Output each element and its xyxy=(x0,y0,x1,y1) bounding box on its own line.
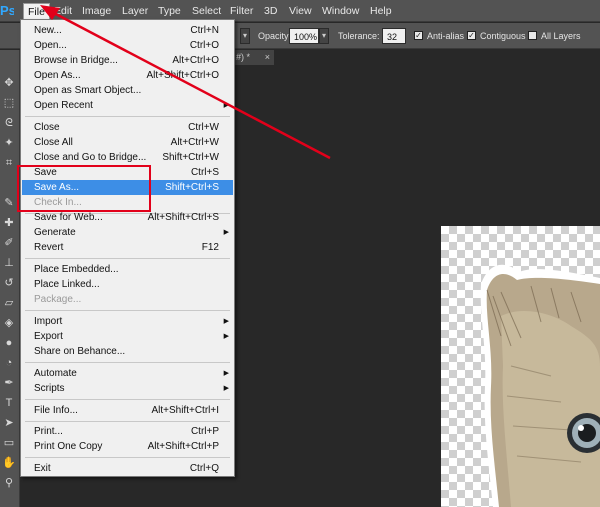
menu-item-file-info[interactable]: File Info... Alt+Shift+Ctrl+I xyxy=(22,403,233,418)
menu-item-close-all[interactable]: Close All Alt+Ctrl+W xyxy=(22,135,233,150)
menu-edit[interactable]: Edit xyxy=(50,3,76,19)
menu-item-print[interactable]: Print... Ctrl+P xyxy=(22,424,233,439)
menu-item-browse-in-bridge[interactable]: Browse in Bridge... Alt+Ctrl+O xyxy=(22,53,233,68)
close-icon[interactable]: × xyxy=(265,50,270,65)
menu-select[interactable]: Select xyxy=(188,3,225,19)
menu-separator xyxy=(25,421,230,422)
menu-item-print-one-copy[interactable]: Print One Copy Alt+Shift+Ctrl+P xyxy=(22,439,233,454)
menu-item-open-as[interactable]: Open As... Alt+Shift+Ctrl+O xyxy=(22,68,233,83)
move-tool-icon[interactable]: ✥ xyxy=(2,76,16,90)
menu-file[interactable]: File xyxy=(23,3,50,19)
menu-item-exit[interactable]: Exit Ctrl+Q xyxy=(22,461,233,476)
menu-separator xyxy=(25,310,230,311)
menu-view[interactable]: View xyxy=(285,3,316,19)
tools-panel: ✥ ⬚ ᘓ ✦ ⌗ ✎ ✚ ✐ ⊥ ↺ ▱ ◈ ● ◔ ✒ T ➤ ▭ ✋ ⚲ xyxy=(0,50,20,507)
menu-item-save-for-web[interactable]: Save for Web... Alt+Shift+Ctrl+S xyxy=(22,210,233,225)
hand-tool-icon[interactable]: ✋ xyxy=(2,456,16,470)
menu-type[interactable]: Type xyxy=(154,3,185,19)
annotation-highlight-box xyxy=(17,165,151,212)
menu-item-share-on-behance[interactable]: Share on Behance... xyxy=(22,344,233,359)
eraser-tool-icon[interactable]: ▱ xyxy=(2,296,16,310)
antialias-checkbox[interactable]: ✓ xyxy=(414,31,423,40)
menu-3d[interactable]: 3D xyxy=(260,3,281,19)
submenu-arrow-icon: ▶ xyxy=(223,370,229,377)
menu-window[interactable]: Window xyxy=(318,3,363,19)
contiguous-checkbox[interactable]: ✓ xyxy=(467,31,476,40)
eyedropper-tool-icon[interactable]: ✎ xyxy=(2,196,16,210)
blur-tool-icon[interactable]: ● xyxy=(2,336,16,350)
all-layers-checkbox[interactable] xyxy=(528,31,537,40)
submenu-arrow-icon: ▶ xyxy=(223,229,229,236)
submenu-arrow-icon: ▶ xyxy=(223,102,229,109)
cat-image xyxy=(480,264,600,507)
mode-dropdown[interactable]: ▾ xyxy=(240,28,250,44)
contiguous-label: Contiguous xyxy=(480,31,526,41)
brush-tool-icon[interactable]: ✐ xyxy=(2,236,16,250)
menu-item-import[interactable]: Import ▶ xyxy=(22,314,233,329)
lasso-tool-icon[interactable]: ᘓ xyxy=(2,116,16,130)
history-brush-tool-icon[interactable]: ↺ xyxy=(2,276,16,290)
zoom-tool-icon[interactable]: ⚲ xyxy=(2,476,16,490)
menu-item-revert[interactable]: Revert F12 xyxy=(22,240,233,255)
marquee-tool-icon[interactable]: ⬚ xyxy=(2,96,16,110)
path-selection-tool-icon[interactable]: ➤ xyxy=(2,416,16,430)
document-canvas[interactable] xyxy=(441,226,600,507)
opacity-field[interactable]: 100% xyxy=(289,28,319,44)
menu-separator xyxy=(25,362,230,363)
rectangle-tool-icon[interactable]: ▭ xyxy=(2,436,16,450)
submenu-arrow-icon: ▶ xyxy=(223,318,229,325)
menu-item-scripts[interactable]: Scripts ▶ xyxy=(22,381,233,396)
menu-item-open[interactable]: Open... Ctrl+O xyxy=(22,38,233,53)
healing-brush-tool-icon[interactable]: ✚ xyxy=(2,216,16,230)
menu-item-place-linked[interactable]: Place Linked... xyxy=(22,277,233,292)
menu-separator xyxy=(25,116,230,117)
all-layers-label: All Layers xyxy=(541,31,581,41)
menu-separator xyxy=(25,399,230,400)
menu-item-new[interactable]: New... Ctrl+N xyxy=(22,23,233,38)
menu-item-export[interactable]: Export ▶ xyxy=(22,329,233,344)
document-tab-title: #) * xyxy=(236,52,251,62)
menu-item-close[interactable]: Close Ctrl+W xyxy=(22,120,233,135)
menu-image[interactable]: Image xyxy=(78,3,115,19)
menu-item-package: Package... xyxy=(34,294,82,305)
menu-item-open-as-smart-object[interactable]: Open as Smart Object... xyxy=(22,83,233,98)
opacity-label: Opacity: xyxy=(258,31,292,41)
submenu-arrow-icon: ▶ xyxy=(223,385,229,392)
menu-item-place-embedded[interactable]: Place Embedded... xyxy=(22,262,233,277)
menu-layer[interactable]: Layer xyxy=(118,3,152,19)
dodge-tool-icon[interactable]: ◔ xyxy=(2,356,16,370)
menu-separator xyxy=(25,258,230,259)
crop-tool-icon[interactable]: ⌗ xyxy=(2,156,16,170)
opacity-dropdown[interactable]: ▾ xyxy=(319,28,329,44)
tolerance-field[interactable]: 32 xyxy=(382,28,406,44)
menu-item-close-and-go-to-bridge[interactable]: Close and Go to Bridge... Shift+Ctrl+W xyxy=(22,150,233,165)
photoshop-logo-icon: Ps xyxy=(0,3,14,18)
antialias-label: Anti-alias xyxy=(427,31,465,41)
magic-wand-tool-icon[interactable]: ✦ xyxy=(2,136,16,150)
stamp-tool-icon[interactable]: ⊥ xyxy=(2,256,16,270)
menu-item-open-recent[interactable]: Open Recent ▶ xyxy=(22,98,233,113)
menu-item-generate[interactable]: Generate ▶ xyxy=(22,225,233,240)
menu-filter[interactable]: Filter xyxy=(226,3,257,19)
menu-separator xyxy=(25,457,230,458)
pen-tool-icon[interactable]: ✒ xyxy=(2,376,16,390)
paint-bucket-tool-icon[interactable]: ◈ xyxy=(2,316,16,330)
submenu-arrow-icon: ▶ xyxy=(223,333,229,340)
menu-item-automate[interactable]: Automate ▶ xyxy=(22,366,233,381)
type-tool-icon[interactable]: T xyxy=(2,396,16,410)
document-tab[interactable]: #) * × xyxy=(234,50,274,65)
tolerance-label: Tolerance: xyxy=(338,31,380,41)
file-menu-dropdown: New... Ctrl+N Open... Ctrl+O Browse in B… xyxy=(20,19,235,477)
menu-help[interactable]: Help xyxy=(366,3,396,19)
